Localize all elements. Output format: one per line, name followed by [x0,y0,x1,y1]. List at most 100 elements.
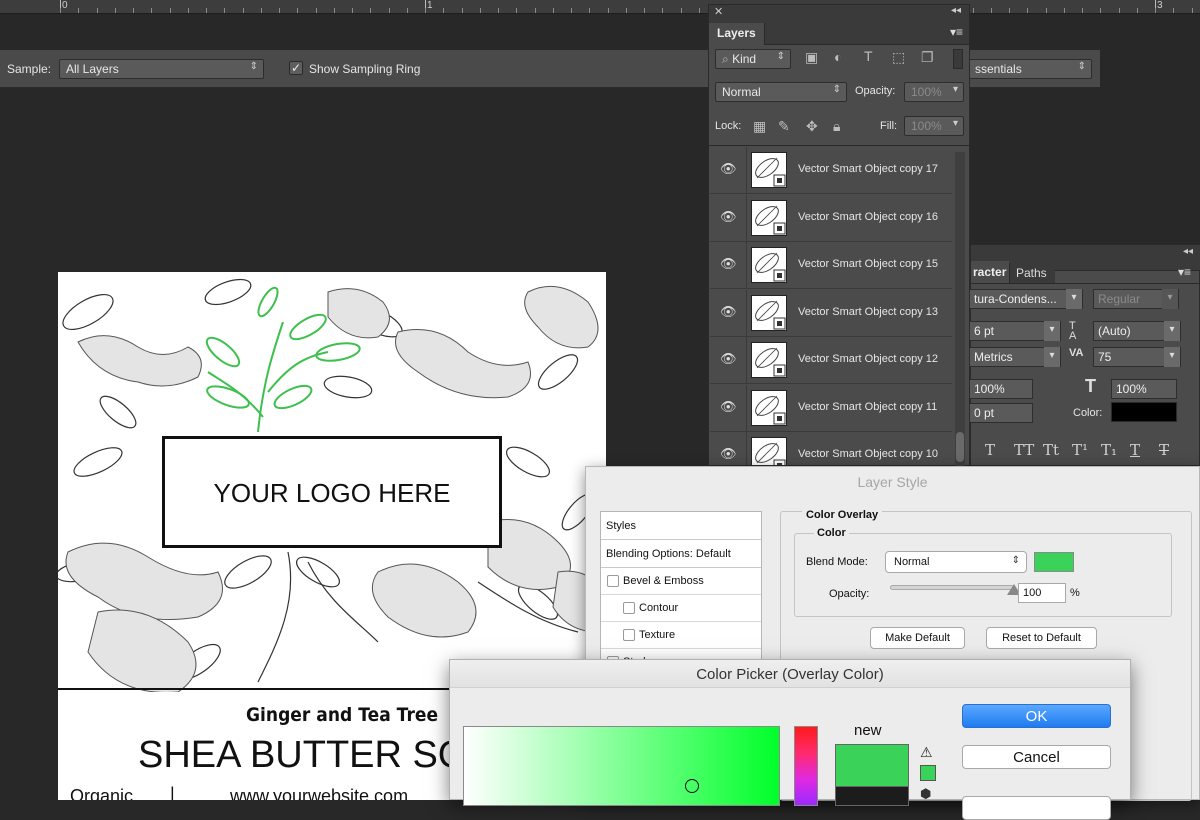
baseline-shift-field[interactable]: 0 pt [969,403,1033,423]
ruler-tick [133,8,134,13]
layer-row[interactable]: 👁︎ Vector Smart Object copy 13 [710,289,952,337]
type-style-button[interactable]: T [1130,441,1140,459]
style-checkbox[interactable] [623,602,635,614]
type-style-button[interactable]: TT [1014,441,1034,459]
ruler-tick [1155,8,1156,13]
style-list-item[interactable]: Texture [601,622,761,649]
adjustment-layer-filter-icon[interactable]: ◐ [834,49,842,65]
panel-menu-icon[interactable]: ▾≡ [1178,265,1191,279]
vertical-scale-field[interactable]: 100% [969,379,1033,399]
workspace-select[interactable]: ssentials ⇕ [968,59,1092,79]
layer-row[interactable]: 👁︎ Vector Smart Object copy 17 [710,147,952,194]
layer-thumbnail[interactable] [751,437,787,465]
lock-transparent-pixels-icon[interactable]: ▦ [753,118,766,135]
horizontal-scale-field[interactable]: 100% [1111,379,1177,399]
layer-row[interactable]: 👁︎ Vector Smart Object copy 11 [710,384,952,432]
layer-opacity-field[interactable]: 100% ▾ [904,82,964,102]
ruler-tick [1137,8,1138,13]
tab-layers[interactable]: Layers [709,23,765,45]
blending-options-item[interactable]: Blending Options: Default [601,540,761,568]
pixel-layer-filter-icon[interactable]: ▣ [805,49,818,66]
type-style-button[interactable]: T [985,441,995,459]
tracking-select[interactable]: 75 ▾ [1093,347,1181,367]
leading-select[interactable]: (Auto) ▾ [1093,321,1181,341]
tab-character[interactable]: racter [971,261,1009,283]
font-family-select[interactable]: tura-Condens... ▾ [969,289,1083,309]
styles-list-header[interactable]: Styles [601,512,761,540]
row-separator [746,147,747,194]
saturation-brightness-field[interactable] [463,726,780,806]
style-checkbox[interactable] [623,629,635,641]
layer-thumbnail[interactable] [751,199,787,236]
eye-visibility-icon[interactable]: 👁︎ [720,446,737,462]
layers-scrollbar[interactable] [955,152,965,466]
style-list-item[interactable]: Contour [601,595,761,622]
reset-to-default-button[interactable]: Reset to Default [986,627,1097,649]
eye-visibility-icon[interactable]: 👁︎ [720,209,737,225]
tab-paths[interactable]: Paths [1009,263,1055,283]
layer-blend-mode-select[interactable]: Normal ⇕ [715,82,847,102]
layer-filter-kind-select[interactable]: ⌕ Kind ⇕ [715,49,791,69]
type-style-button[interactable]: T₁ [1101,441,1117,459]
layer-row[interactable]: 👁︎ Vector Smart Object copy 16 [710,194,952,242]
ruler-tick [553,8,554,13]
type-style-button[interactable]: T¹ [1072,441,1088,459]
layer-thumbnail[interactable] [751,247,787,283]
kerning-select[interactable]: Metrics ▾ [969,347,1061,367]
lock-position-move-icon[interactable]: ✥ [806,118,818,135]
style-list-item[interactable]: Bevel & Emboss [601,568,761,595]
type-layer-filter-icon[interactable]: T [864,48,873,64]
type-style-button[interactable]: Tt [1043,441,1059,459]
fill-label: Fill: [880,120,898,132]
color-selector-ring[interactable] [685,779,699,793]
layer-fill-field[interactable]: 100% ▾ [904,116,964,136]
layer-thumbnail[interactable] [751,389,787,426]
shape-layer-filter-icon[interactable]: ⬚ [892,49,905,66]
leading-icon: TA [1069,320,1077,342]
show-sampling-ring-checkbox[interactable]: ✓ [289,61,303,75]
gamut-color-swatch[interactable] [920,765,936,781]
font-size-select[interactable]: 6 pt ▾ [969,321,1061,341]
current-color-swatch[interactable] [835,786,909,806]
leaf-thumbnail-icon [755,395,786,424]
layer-row[interactable]: 👁︎ Vector Smart Object copy 10 [710,432,952,465]
type-style-button[interactable]: T [1159,441,1169,459]
text-color-swatch[interactable] [1111,402,1177,422]
hue-slider[interactable] [794,726,818,806]
ruler-tick [662,8,663,13]
eye-visibility-icon[interactable]: 👁︎ [720,256,737,272]
eye-visibility-icon[interactable]: 👁︎ [720,351,737,367]
make-default-button[interactable]: Make Default [870,627,965,649]
scrollbar-thumb[interactable] [956,432,964,462]
smart-object-filter-icon[interactable]: ❐ [921,49,934,66]
opacity-input[interactable]: 100 [1018,583,1066,603]
ruler-tick [151,8,152,13]
ruler-tick [60,8,61,13]
layer-thumbnail[interactable] [751,342,787,378]
collapse-panel-icon[interactable]: ✕ [714,5,723,18]
collapse-arrows-icon[interactable]: ◂◂ [951,5,961,16]
eye-visibility-icon[interactable]: 👁︎ [720,399,737,415]
font-style-select[interactable]: Regular ▾ [1093,289,1179,309]
ruler-tick [1064,8,1065,13]
lock-all-icon[interactable]: 🔒︎ [833,118,840,135]
out-of-gamut-warning-icon[interactable]: ⚠ [920,744,933,761]
panel-menu-icon[interactable]: ▾≡ [950,25,963,39]
cancel-button[interactable]: Cancel [962,745,1111,769]
style-checkbox[interactable] [607,575,619,587]
layer-row[interactable]: 👁︎ Vector Smart Object copy 12 [710,337,952,384]
ok-button[interactable]: OK [962,704,1111,728]
layer-thumbnail[interactable] [751,152,787,188]
overlay-color-swatch[interactable] [1034,552,1074,572]
eye-visibility-icon[interactable]: 👁︎ [720,304,737,320]
sample-select[interactable]: All Layers ⇕ [59,59,264,79]
filter-toggle-switch[interactable] [953,49,963,69]
lock-image-pixels-brush-icon[interactable]: ✎ [778,118,790,135]
ruler-tick [589,8,590,13]
blend-mode-select[interactable]: Normal ⇕ [885,551,1027,573]
opacity-slider-track[interactable] [890,585,1014,590]
layer-row[interactable]: 👁︎ Vector Smart Object copy 15 [710,242,952,289]
eye-visibility-icon[interactable]: 👁︎ [720,161,737,177]
collapse-arrows-icon[interactable]: ◂◂ [1183,246,1193,257]
layer-thumbnail[interactable] [751,294,787,331]
